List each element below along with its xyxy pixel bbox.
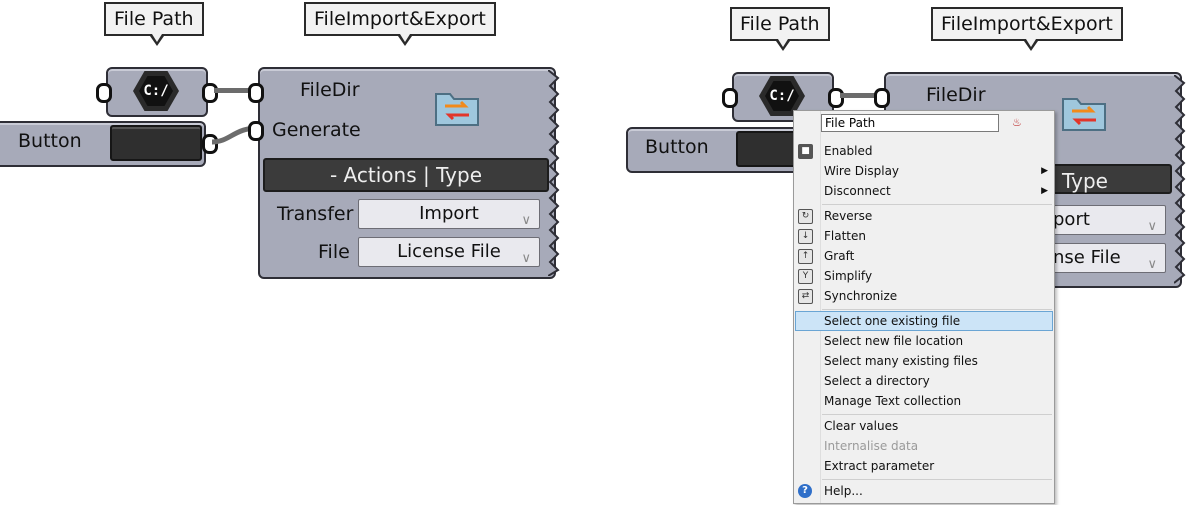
- header-fragment: Type: [1062, 169, 1108, 193]
- submenu-arrow-icon: ▶: [1041, 186, 1048, 196]
- file-value: License File: [397, 241, 501, 262]
- menu-item-help[interactable]: Help...: [824, 481, 863, 501]
- transfer-label: Transfer: [277, 203, 354, 225]
- menu-item-flatten[interactable]: Flatten: [824, 226, 866, 246]
- filedir-input-port[interactable]: [248, 83, 264, 103]
- menu-item-select-one-existing-file[interactable]: Select one existing file: [824, 311, 960, 331]
- menu-item-internalise-data: Internalise data: [824, 439, 919, 453]
- menu-item-select-new-file-location[interactable]: Select new file location: [824, 331, 963, 351]
- callout-pointer: [1024, 39, 1038, 51]
- menu-separator: [822, 204, 1052, 205]
- component-callout: FileImport&Export: [304, 2, 496, 36]
- folder-swap-icon: [1062, 98, 1106, 131]
- file-value-fragment: nse File: [1053, 247, 1121, 268]
- menu-item-wire-display[interactable]: Wire Display: [824, 161, 899, 181]
- transfer-dropdown[interactable]: Import ∨: [358, 199, 540, 229]
- menu-item-simplify[interactable]: Simplify: [824, 266, 872, 286]
- filedir-input-label: FileDir: [926, 84, 986, 106]
- simplify-icon: Y: [798, 269, 813, 284]
- menu-icon-gutter: [794, 111, 821, 503]
- callout-pointer: [776, 39, 790, 51]
- filedir-input-port[interactable]: [874, 88, 890, 108]
- file-path-input-port[interactable]: [96, 83, 112, 103]
- menu-item-select-a-directory[interactable]: Select a directory: [824, 371, 930, 391]
- callout-pointer: [398, 34, 412, 46]
- graft-icon: ↑: [798, 249, 813, 264]
- file-path-callout-text: File Path: [114, 8, 194, 30]
- file-path-callout: File Path: [104, 2, 204, 36]
- file-path-output-port[interactable]: [828, 88, 844, 108]
- context-menu[interactable]: ♨ ■ Enabled Wire Display ▶ Disconnect ▶ …: [793, 110, 1055, 504]
- synchronize-icon: ⇄: [798, 289, 813, 304]
- param-name-field[interactable]: [821, 114, 999, 132]
- generate-input-label: Generate: [272, 119, 361, 141]
- chevron-down-icon: ∨: [521, 251, 531, 266]
- chevron-down-icon: ∨: [521, 213, 531, 228]
- reverse-icon: ↻: [798, 209, 813, 224]
- paint-bucket-icon[interactable]: ♨: [1012, 116, 1022, 129]
- enabled-icon: ■: [798, 144, 813, 159]
- menu-item-manage-text-collection[interactable]: Manage Text collection: [824, 391, 961, 411]
- transfer-value-fragment: port: [1053, 209, 1090, 230]
- menu-separator: [822, 309, 1052, 310]
- generate-input-port[interactable]: [248, 121, 264, 141]
- menu-item-disconnect[interactable]: Disconnect: [824, 181, 891, 201]
- filedir-input-label: FileDir: [300, 79, 360, 101]
- file-path-input-port[interactable]: [722, 88, 738, 108]
- menu-separator: [822, 414, 1052, 415]
- transfer-dropdown[interactable]: port ∨: [1052, 205, 1166, 235]
- menu-item-enabled[interactable]: Enabled: [824, 141, 873, 161]
- file-path-icon: C:/: [139, 76, 173, 106]
- menu-item-select-many-existing-files[interactable]: Select many existing files: [824, 351, 978, 371]
- help-icon: ?: [798, 484, 812, 498]
- actions-type-header[interactable]: - Actions | Type: [263, 158, 549, 192]
- menu-item-clear-values[interactable]: Clear values: [824, 416, 898, 436]
- file-path-output-port[interactable]: [202, 83, 218, 103]
- file-label: File: [318, 241, 350, 263]
- button-label: Button: [18, 130, 82, 152]
- menu-item-reverse[interactable]: Reverse: [824, 206, 872, 226]
- component-callout: FileImport&Export: [931, 7, 1123, 41]
- file-dropdown[interactable]: nse File ∨: [1052, 243, 1166, 273]
- transfer-value: Import: [419, 203, 479, 224]
- component-jagged-edge: [1174, 75, 1186, 284]
- file-path-callout: File Path: [730, 7, 830, 41]
- menu-item-synchronize[interactable]: Synchronize: [824, 286, 897, 306]
- menu-item-extract-parameter[interactable]: Extract parameter: [824, 456, 934, 476]
- component-jagged-edge: [548, 70, 560, 276]
- button-face[interactable]: [110, 125, 202, 161]
- component-callout-text: FileImport&Export: [314, 8, 486, 30]
- callout-pointer: [150, 34, 164, 46]
- file-path-icon: C:/: [765, 81, 799, 111]
- component-callout-text: FileImport&Export: [941, 13, 1113, 35]
- flatten-icon: ↓: [798, 229, 813, 244]
- chevron-down-icon: ∨: [1147, 219, 1157, 234]
- menu-item-graft[interactable]: Graft: [824, 246, 854, 266]
- button-face[interactable]: [736, 131, 798, 167]
- file-path-callout-text: File Path: [740, 13, 820, 35]
- button-label: Button: [645, 136, 709, 158]
- chevron-down-icon: ∨: [1147, 257, 1157, 272]
- folder-swap-icon: [435, 93, 479, 126]
- submenu-arrow-icon: ▶: [1041, 166, 1048, 176]
- file-dropdown[interactable]: License File ∨: [358, 237, 540, 267]
- menu-separator: [822, 479, 1052, 480]
- actions-type-header[interactable]: Type: [1050, 164, 1172, 194]
